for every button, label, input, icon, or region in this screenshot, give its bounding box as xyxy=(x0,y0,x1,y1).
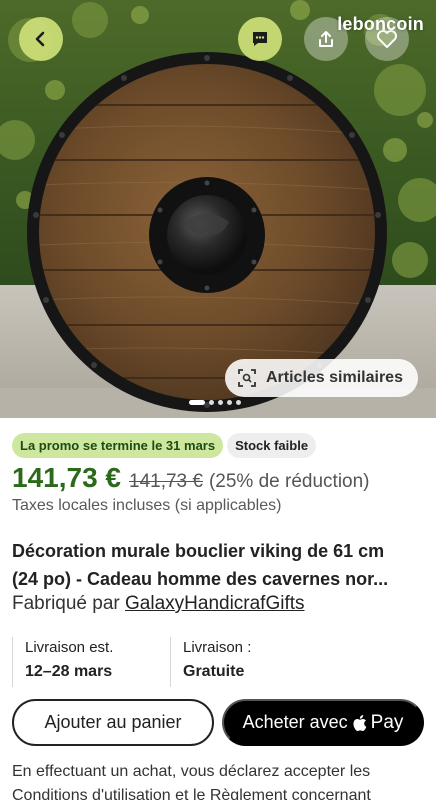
product-title: Décoration murale bouclier viking de 61 … xyxy=(12,537,424,593)
shop-link[interactable]: GalaxyHandicrafGifts xyxy=(125,593,305,614)
similar-items-button[interactable]: Articles similaires xyxy=(225,359,418,397)
message-button[interactable] xyxy=(238,17,282,61)
legal-line-1: En effectuant un achat, vous déclarez ac… xyxy=(12,763,371,780)
similar-items-label: Articles similaires xyxy=(266,369,403,386)
estimated-delivery: Livraison est. 12–28 mars xyxy=(12,637,170,687)
product-title-line-1: Décoration murale bouclier viking de 61 … xyxy=(12,541,385,561)
promo-badge: La promo se termine le 31 mars xyxy=(12,433,224,458)
original-price: 141,73 € xyxy=(129,471,203,492)
gallery-dot-5[interactable] xyxy=(236,400,241,405)
taxes-note: Taxes locales incluses (si applicables) xyxy=(12,497,282,514)
chat-bubble-icon xyxy=(253,32,267,46)
apple-logo-icon xyxy=(353,714,366,731)
legal-notice: En effectuant un achat, vous déclarez ac… xyxy=(12,760,426,800)
made-by: Fabriqué par GalaxyHandicrafGifts xyxy=(12,593,305,615)
discount-label: (25% de réduction) xyxy=(208,471,370,492)
visual-search-icon xyxy=(238,369,256,387)
price-row: 141,73 € 141,73 € (25% de réduction) xyxy=(12,462,370,494)
gallery-pagination[interactable] xyxy=(189,399,241,406)
apple-pay-button[interactable]: Acheter avec Pay xyxy=(222,699,424,746)
made-by-prefix: Fabriqué par xyxy=(12,593,126,614)
current-price: 141,73 € xyxy=(12,462,121,493)
apple-pay-label: Pay xyxy=(370,711,404,733)
gallery-dot-2[interactable] xyxy=(209,400,214,405)
estimated-delivery-label: Livraison est. xyxy=(25,639,114,656)
apple-pay-prefix: Acheter avec xyxy=(242,712,348,732)
chevron-left-icon xyxy=(35,31,45,47)
product-image-gallery[interactable]: leboncoin Articles similaires xyxy=(0,0,436,418)
back-button[interactable] xyxy=(19,17,63,61)
gallery-dot-4[interactable] xyxy=(227,400,232,405)
legal-line-2[interactable]: Conditions d'utilisation et le Règlement… xyxy=(12,784,426,800)
estimated-delivery-value: 12–28 mars xyxy=(25,663,113,680)
product-photo xyxy=(0,0,436,418)
delivery-info: Livraison est. 12–28 mars Livraison : Gr… xyxy=(12,637,424,687)
badges-row: La promo se termine le 31 mars Stock fai… xyxy=(12,433,317,458)
shipping-cost-label: Livraison : xyxy=(183,639,252,656)
gallery-dot-3[interactable] xyxy=(218,400,223,405)
gallery-dot-1[interactable] xyxy=(189,400,205,405)
stock-badge: Stock faible xyxy=(227,433,317,458)
share-icon xyxy=(319,31,333,47)
leboncoin-watermark: leboncoin xyxy=(337,14,424,34)
add-to-cart-button[interactable]: Ajouter au panier xyxy=(12,699,214,746)
product-title-line-2: (24 po) - Cadeau homme des cavernes nor.… xyxy=(12,569,389,589)
shipping-cost-value: Gratuite xyxy=(183,663,245,680)
shipping-cost: Livraison : Gratuite xyxy=(170,637,370,687)
